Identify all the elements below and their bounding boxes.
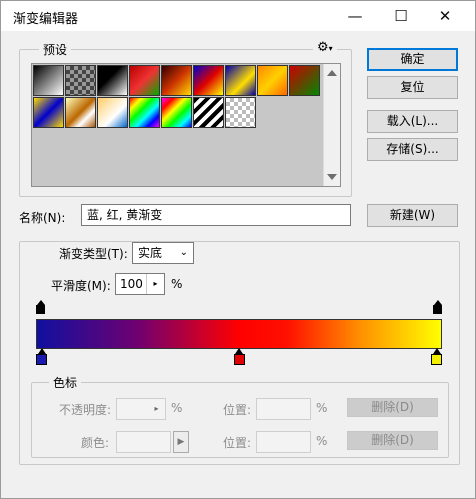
preset-swatch[interactable] xyxy=(289,65,320,96)
new-button[interactable]: 新建(W) xyxy=(367,204,458,227)
preset-swatch[interactable] xyxy=(193,97,224,128)
opacity-stop-icon[interactable] xyxy=(36,300,45,314)
gradient-bar[interactable] xyxy=(36,319,442,349)
smoothness-input[interactable]: 100 ▸ xyxy=(115,273,165,295)
window-title: 渐变编辑器 xyxy=(13,12,79,27)
smoothness-unit: % xyxy=(171,277,183,291)
load-button[interactable]: 载入(L)... xyxy=(367,110,458,133)
stops-legend: 色标 xyxy=(49,374,82,391)
preset-swatch[interactable] xyxy=(65,97,96,128)
reset-button[interactable]: 复位 xyxy=(367,76,458,99)
preset-swatch[interactable] xyxy=(97,65,128,96)
minimize-icon[interactable]: — xyxy=(335,1,375,31)
opacity-label: 不透明度: xyxy=(59,403,112,417)
preset-swatch[interactable] xyxy=(65,65,96,96)
opacity-location-label: 位置: xyxy=(223,403,252,417)
preset-swatch[interactable] xyxy=(129,65,160,96)
maximize-icon[interactable]: ☐ xyxy=(381,1,421,31)
gradient-type-select[interactable]: 实底 ⌄ xyxy=(132,242,194,264)
preset-swatch[interactable] xyxy=(225,65,256,96)
presets-legend: 预设 xyxy=(39,41,72,58)
smoothness-label: 平滑度(M): xyxy=(51,279,111,293)
opacity-arrow-icon[interactable]: ▸ xyxy=(148,399,165,419)
opacity-input[interactable]: ▸ xyxy=(116,398,166,420)
opacity-location-input[interactable] xyxy=(256,398,311,420)
color-location-input[interactable] xyxy=(256,431,311,453)
gear-icon[interactable]: ⚙▾ xyxy=(313,40,337,55)
opacity-stop-icon[interactable] xyxy=(433,300,442,314)
color-location-unit: % xyxy=(316,434,328,448)
preset-swatch[interactable] xyxy=(161,65,192,96)
delete-opacity-stop-button[interactable]: 删除(D) xyxy=(347,398,438,417)
color-stop-icon[interactable] xyxy=(36,348,47,365)
preset-swatch[interactable] xyxy=(97,97,128,128)
preset-swatch[interactable] xyxy=(33,65,64,96)
color-stop-icon[interactable] xyxy=(431,348,442,365)
name-input[interactable]: 蓝, 红, 黄渐变 xyxy=(81,204,351,226)
title-bar: 渐变编辑器 — ☐ ✕ xyxy=(1,1,475,31)
preset-swatch[interactable] xyxy=(33,97,64,128)
smoothness-value: 100 xyxy=(120,277,143,291)
preset-swatch[interactable] xyxy=(161,97,192,128)
gradient-editor-window: 渐变编辑器 — ☐ ✕ 预设 ⚙▾ 确定 复位 载入(L)... 存储(S)..… xyxy=(0,0,476,499)
chevron-down-icon: ⌄ xyxy=(179,247,188,258)
opacity-location-unit: % xyxy=(316,401,328,415)
color-arrow-icon[interactable]: ▶ xyxy=(173,431,189,453)
save-button[interactable]: 存储(S)... xyxy=(367,138,458,161)
preset-list[interactable] xyxy=(31,63,341,187)
preset-swatch[interactable] xyxy=(129,97,160,128)
preset-swatch[interactable] xyxy=(193,65,224,96)
delete-color-stop-button[interactable]: 删除(D) xyxy=(347,431,438,450)
gradient-type-value: 实底 xyxy=(138,246,163,260)
close-icon[interactable]: ✕ xyxy=(425,1,465,31)
smoothness-arrow-icon[interactable]: ▸ xyxy=(146,274,164,294)
color-location-label: 位置: xyxy=(223,436,252,450)
opacity-unit: % xyxy=(171,401,183,415)
preset-scrollbar[interactable] xyxy=(323,64,340,186)
color-swatch-field[interactable] xyxy=(116,431,171,453)
color-stop-icon[interactable] xyxy=(233,348,245,365)
scroll-up-icon[interactable] xyxy=(327,70,337,76)
name-label: 名称(N): xyxy=(19,211,66,225)
preset-swatch[interactable] xyxy=(257,65,288,96)
ok-button[interactable]: 确定 xyxy=(367,48,458,71)
gradient-type-label: 渐变类型(T): xyxy=(55,245,132,262)
scroll-down-icon[interactable] xyxy=(327,174,337,180)
color-label: 颜色: xyxy=(81,436,110,450)
preset-swatch[interactable] xyxy=(225,97,256,128)
